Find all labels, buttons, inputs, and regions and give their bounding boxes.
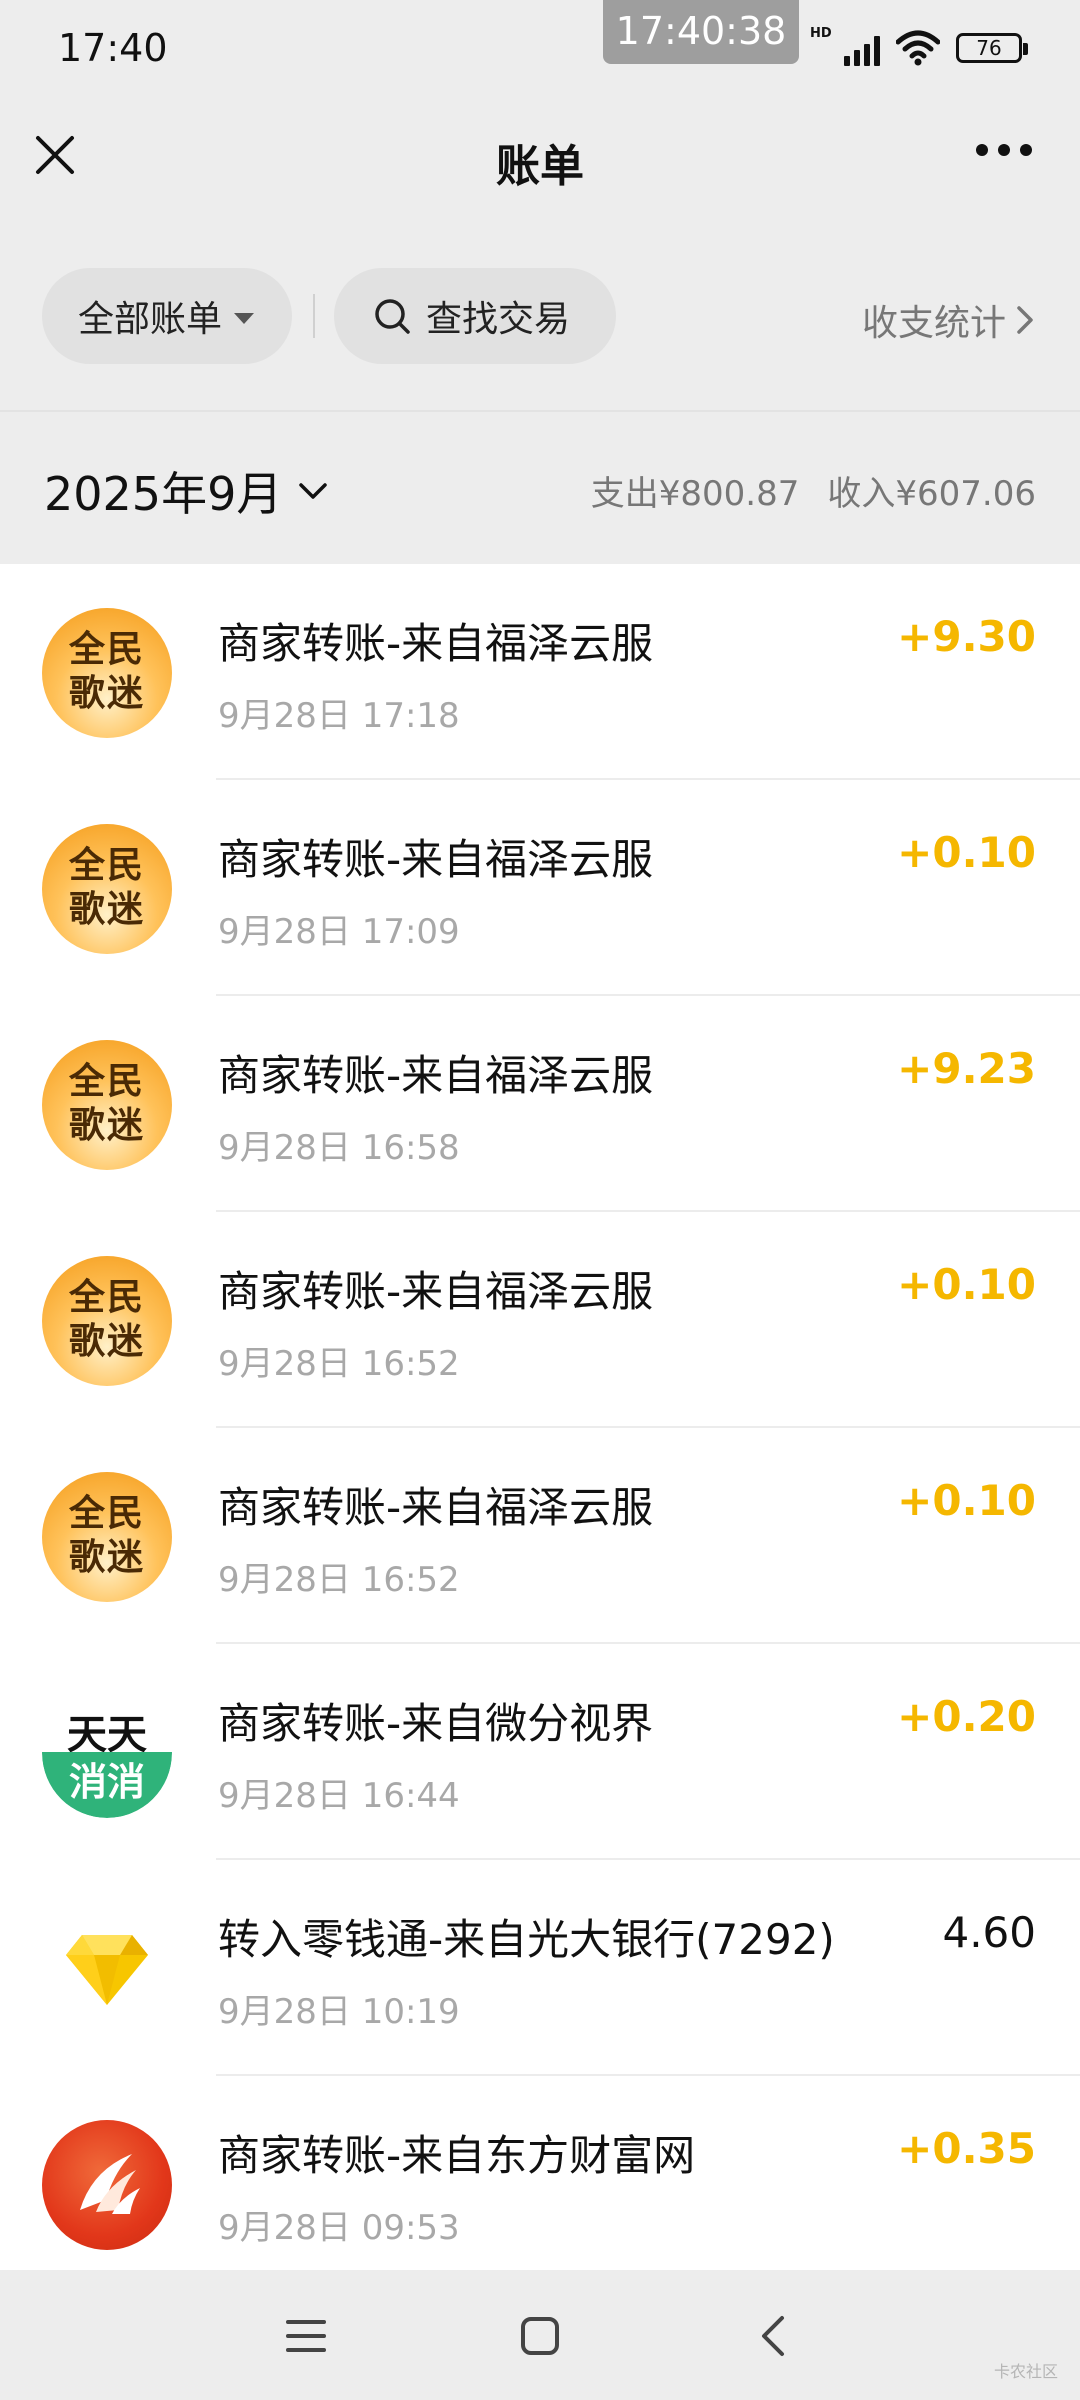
search-icon [375, 299, 410, 334]
quanmin-geshi-app-icon: 全民 歌迷 [42, 1256, 172, 1386]
transaction-amount: +0.10 [897, 828, 1036, 877]
icon-text-line-1: 全民 [68, 1277, 145, 1318]
filter-row: 全部账单 查找交易 收支统计 [0, 264, 1080, 364]
transaction-time: 9月28日 17:09 [218, 912, 460, 952]
status-icons: HD 76 [810, 26, 1028, 66]
tiantian-xiaoxiao-app-icon: 天天 消消 [42, 1688, 172, 1818]
icon-text-line-1: 全民 [68, 1493, 145, 1534]
chevron-down-icon [299, 483, 328, 499]
diamond-icon [42, 1904, 172, 2034]
icon-text-line-2: 歌迷 [68, 1321, 145, 1362]
icon-text-line-2: 歌迷 [68, 673, 145, 714]
wifi-icon [896, 30, 940, 66]
transaction-time: 9月28日 16:44 [218, 1776, 460, 1816]
transaction-time: 9月28日 16:52 [218, 1560, 460, 1600]
transaction-title: 商家转账-来自福泽云服 [218, 1267, 654, 1316]
transaction-title: 商家转账-来自福泽云服 [218, 619, 654, 668]
transaction-title: 商家转账-来自东方财富网 [218, 2131, 696, 2180]
divider [313, 294, 315, 338]
system-nav-bar: 卡农社区 [0, 2270, 1080, 2400]
all-bills-dropdown[interactable]: 全部账单 [42, 268, 292, 364]
page-title: 账单 [496, 141, 584, 192]
month-selector[interactable]: 2025年9月 [44, 458, 328, 524]
transaction-row[interactable]: 全民 歌迷 商家转账-来自福泽云服 9月28日 16:58 +9.23 [0, 996, 1080, 1212]
transaction-title: 商家转账-来自微分视界 [218, 1699, 654, 1748]
transaction-row[interactable]: 转入零钱通-来自光大银行(7292) 9月28日 10:19 4.60 [0, 1860, 1080, 2076]
transaction-title: 转入零钱通-来自光大银行(7292) [218, 1915, 835, 1964]
transaction-amount: +9.23 [897, 1044, 1036, 1093]
dongfang-caifu-icon [42, 2120, 172, 2250]
network-label: HD [810, 26, 832, 41]
status-bar: 17:40 17:40:38 HD 76 [0, 0, 1080, 96]
transaction-time: 9月28日 16:52 [218, 1344, 460, 1384]
icon-text-line-1: 全民 [68, 845, 145, 886]
watermark: 卡农社区 [993, 2362, 1058, 2381]
menu-icon[interactable] [276, 2306, 336, 2366]
quanmin-geshi-app-icon: 全民 歌迷 [42, 1040, 172, 1170]
transaction-amount: 4.60 [942, 1908, 1036, 1957]
transaction-time: 9月28日 10:19 [218, 1992, 460, 2032]
icon-text-line-2: 歌迷 [68, 1537, 145, 1578]
icon-text-line-2: 歌迷 [68, 1105, 145, 1146]
search-transactions-button[interactable]: 查找交易 [334, 268, 616, 364]
quanmin-geshi-app-icon: 全民 歌迷 [42, 608, 172, 738]
caret-down-icon [234, 312, 255, 324]
transaction-time: 9月28日 16:58 [218, 1128, 460, 1168]
nav-bar: 账单 [0, 96, 1080, 224]
transaction-amount: +0.20 [897, 1692, 1036, 1741]
battery-icon: 76 [956, 33, 1028, 63]
transaction-time: 9月28日 17:18 [218, 696, 460, 736]
expense-total: 支出¥800.87 [590, 474, 800, 514]
chevron-right-icon [1017, 306, 1033, 334]
transaction-list: 全民 歌迷 商家转账-来自福泽云服 9月28日 17:18 +9.30 全民 歌… [0, 564, 1080, 2270]
icon-text-line-1: 全民 [68, 1061, 145, 1102]
month-header: 2025年9月 支出¥800.87 收入¥607.06 [0, 410, 1080, 564]
quanmin-geshi-app-icon: 全民 歌迷 [42, 1472, 172, 1602]
income-expense-stats-link[interactable]: 收支统计 [862, 294, 1034, 346]
transaction-row[interactable]: 商家转账-来自东方财富网 9月28日 09:53 +0.35 [0, 2076, 1080, 2270]
signal-icon: HD [810, 26, 880, 66]
more-icon[interactable] [976, 144, 1032, 156]
home-icon[interactable] [510, 2306, 570, 2366]
transaction-title: 商家转账-来自福泽云服 [218, 1483, 654, 1532]
quanmin-geshi-app-icon: 全民 歌迷 [42, 824, 172, 954]
all-bills-label: 全部账单 [78, 299, 223, 340]
income-total: 收入¥607.06 [827, 474, 1036, 514]
transaction-row[interactable]: 全民 歌迷 商家转账-来自福泽云服 9月28日 17:09 +0.10 [0, 780, 1080, 996]
transaction-title: 商家转账-来自福泽云服 [218, 835, 654, 884]
stats-label: 收支统计 [861, 303, 1006, 344]
overlay-clock: 17:40:38 [603, 0, 799, 64]
transaction-row[interactable]: 全民 歌迷 商家转账-来自福泽云服 9月28日 16:52 +0.10 [0, 1212, 1080, 1428]
transaction-amount: +0.10 [897, 1260, 1036, 1309]
icon-text-line-2: 消消 [42, 1752, 172, 1818]
icon-text-line-1: 全民 [68, 629, 145, 670]
transaction-time: 9月28日 09:53 [218, 2208, 460, 2248]
icon-text-line-2: 歌迷 [68, 889, 145, 930]
transaction-amount: +0.35 [897, 2124, 1036, 2173]
month-label: 2025年9月 [44, 467, 283, 521]
transaction-amount: +0.10 [897, 1476, 1036, 1525]
search-label: 查找交易 [426, 299, 571, 340]
back-icon[interactable] [744, 2306, 804, 2366]
status-time: 17:40 [58, 26, 168, 70]
month-summary: 支出¥800.87 收入¥607.06 [591, 466, 1036, 515]
transaction-row[interactable]: 全民 歌迷 商家转账-来自福泽云服 9月28日 17:18 +9.30 [0, 564, 1080, 780]
transaction-row[interactable]: 全民 歌迷 商家转账-来自福泽云服 9月28日 16:52 +0.10 [0, 1428, 1080, 1644]
transaction-title: 商家转账-来自福泽云服 [218, 1051, 654, 1100]
transaction-amount: +9.30 [897, 612, 1036, 661]
transaction-row[interactable]: 天天 消消 商家转账-来自微分视界 9月28日 16:44 +0.20 [0, 1644, 1080, 1860]
